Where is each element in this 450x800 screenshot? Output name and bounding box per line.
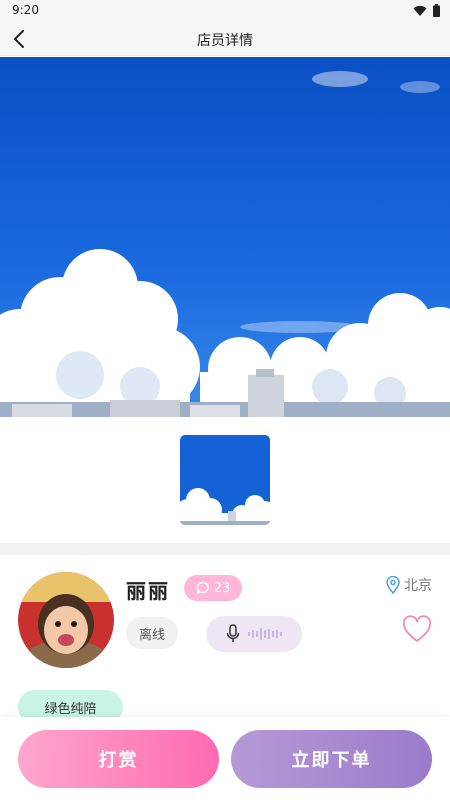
tip-button[interactable]: 打赏 <box>18 730 219 788</box>
location-pin-icon <box>386 576 400 594</box>
profile-card: 丽丽 23 北京 离线 绿色纯陪 <box>0 555 450 724</box>
app-bar: 店员详情 <box>0 22 450 56</box>
status-bar: 9:20 <box>0 0 450 22</box>
order-now-button[interactable]: 立即下单 <box>231 730 432 788</box>
avatar-image <box>18 572 114 668</box>
microphone-icon <box>226 624 240 642</box>
thumbnail-strip <box>0 417 450 543</box>
battery-icon <box>433 4 440 17</box>
location: 北京 <box>386 575 432 595</box>
message-count-badge[interactable]: 23 <box>184 575 242 601</box>
photo-thumbnail[interactable] <box>180 435 270 525</box>
status-time: 9:20 <box>12 3 39 17</box>
online-status-badge: 离线 <box>126 617 178 649</box>
voice-intro-button[interactable] <box>206 616 302 652</box>
avatar[interactable] <box>18 572 114 668</box>
favorite-button[interactable] <box>402 615 432 645</box>
message-count: 23 <box>213 580 231 596</box>
audio-waveform-icon <box>248 628 282 640</box>
wifi-icon <box>413 5 427 16</box>
thumbnail-image <box>180 435 270 525</box>
status-icons <box>413 4 440 17</box>
chat-bubble-icon <box>196 581 209 594</box>
section-divider <box>0 543 450 555</box>
bottom-action-bar: 打赏 立即下单 <box>0 717 450 800</box>
hero-photo[interactable] <box>0 57 450 417</box>
page-title: 店员详情 <box>197 33 253 49</box>
heart-outline-icon <box>403 615 431 642</box>
staff-name: 丽丽 <box>126 579 170 603</box>
sky-clouds-image <box>0 57 450 417</box>
location-label: 北京 <box>404 578 432 594</box>
